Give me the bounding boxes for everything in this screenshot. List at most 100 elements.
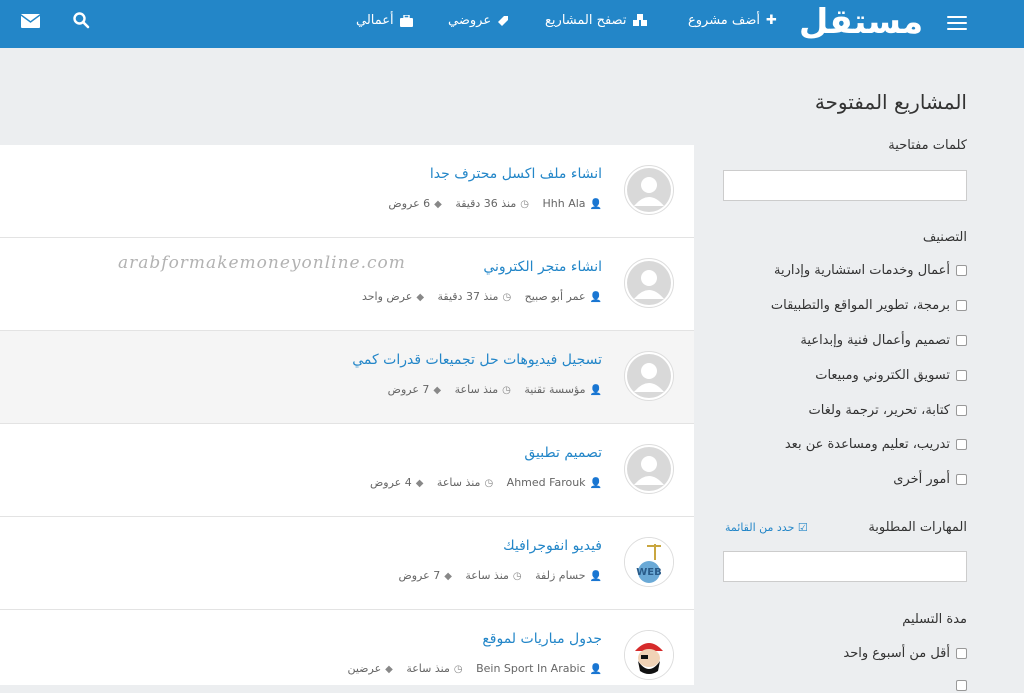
delivery-label: مدة التسليم: [902, 612, 967, 627]
pirate-avatar-icon[interactable]: [624, 630, 674, 680]
project-title[interactable]: تسجيل فيديوهات حل تجميعات قدرات كمي: [352, 352, 602, 368]
keywords-input[interactable]: [723, 170, 967, 201]
tag-icon: ◆: [434, 199, 442, 210]
checkbox[interactable]: [956, 370, 967, 381]
keywords-label: كلمات مفتاحية: [888, 138, 967, 153]
category-checkbox-design[interactable]: تصميم وأعمال فنية وإبداعية: [800, 333, 967, 348]
project-row[interactable]: جدول مباريات لموقع 👤 Bein Sport In Arabic…: [0, 610, 694, 685]
watermark: arabformakemoneyonline.com: [118, 253, 406, 273]
checkbox[interactable]: [956, 680, 967, 691]
project-time: منذ 36 دقيقة: [455, 197, 517, 210]
project-time: منذ ساعة: [406, 662, 450, 675]
checkbox[interactable]: [956, 265, 967, 276]
nav-browse-projects-label: تصفح المشاريع: [545, 13, 627, 28]
delivery-checkbox-partial[interactable]: [950, 678, 967, 693]
project-meta: 👤Hhh Ala ◷منذ 36 دقيقة ◆6 عروض: [378, 197, 602, 210]
user-icon: 👤: [589, 292, 602, 303]
clock-icon: ◷: [453, 664, 463, 675]
project-bids: 7 عروض: [387, 383, 430, 396]
category-checkbox-training[interactable]: تدريب، تعليم ومساعدة عن بعد: [785, 437, 967, 452]
project-bids: 6 عروض: [388, 197, 431, 210]
filters-sidebar: المشاريع المفتوحة كلمات مفتاحية التصنيف …: [700, 48, 1024, 691]
user-icon: 👤: [589, 478, 602, 489]
skills-input[interactable]: [723, 551, 967, 582]
logo[interactable]: مستقل: [799, 2, 923, 43]
search-icon[interactable]: [72, 11, 90, 33]
logo-text: مستقل: [800, 3, 922, 42]
delivery-checkbox-week[interactable]: أقل من أسبوع واحد: [843, 646, 967, 661]
project-owner[interactable]: حسام زلفة: [535, 569, 585, 582]
project-owner[interactable]: Bein Sport In Arabic: [476, 662, 585, 675]
select-from-list-label: حدد من القائمة: [725, 521, 795, 534]
project-meta: 👤عمر أبو صبيح ◷منذ 37 دقيقة ◆عرض واحد: [352, 290, 602, 303]
web-globe-avatar-icon[interactable]: WEB: [624, 537, 674, 587]
checkbox[interactable]: [956, 439, 967, 450]
nav-my-bids-label: عروضي: [448, 13, 492, 28]
category-checkbox-marketing[interactable]: تسويق الكتروني ومبيعات: [815, 368, 967, 383]
project-title[interactable]: جدول مباريات لموقع: [482, 631, 602, 647]
category-checkbox-programming[interactable]: برمجة، تطوير المواقع والتطبيقات: [771, 298, 967, 313]
user-icon: 👤: [589, 199, 602, 210]
page-title: المشاريع المفتوحة: [814, 90, 967, 114]
category-label: التصنيف: [922, 230, 967, 245]
default-avatar-icon[interactable]: [624, 444, 674, 494]
select-from-list-link[interactable]: ☑ حدد من القائمة: [725, 521, 808, 534]
project-title[interactable]: تصميم تطبيق: [524, 445, 602, 461]
project-time: منذ ساعة: [465, 569, 509, 582]
project-title[interactable]: فيديو انفوجرافيك: [503, 538, 602, 554]
project-row[interactable]: انشاء متجر الكتروني 👤عمر أبو صبيح ◷منذ 3…: [0, 238, 694, 331]
default-avatar-icon[interactable]: [624, 165, 674, 215]
tag-icon: ◆: [415, 478, 424, 489]
cubes-icon: [632, 10, 648, 32]
default-avatar-icon[interactable]: [624, 258, 674, 308]
checkbox[interactable]: [956, 300, 967, 311]
project-title[interactable]: انشاء متجر الكتروني: [483, 259, 602, 275]
clock-icon: ◷: [512, 571, 522, 582]
project-bids: 7 عروض: [398, 569, 441, 582]
project-owner[interactable]: مؤسسة تقنية: [524, 383, 585, 396]
menu-icon[interactable]: [947, 16, 967, 32]
category-label-text: تدريب، تعليم ومساعدة عن بعد: [784, 437, 950, 452]
project-meta: 👤Ahmed Farouk ◷منذ ساعة ◆4 عروض: [360, 476, 602, 489]
project-row[interactable]: انشاء ملف اكسل محترف جدا 👤Hhh Ala ◷منذ 3…: [0, 145, 694, 238]
checkbox[interactable]: [956, 405, 967, 416]
category-checkbox-writing[interactable]: كتابة، تحرير، ترجمة ولغات: [809, 403, 967, 418]
checkbox[interactable]: [956, 335, 967, 346]
checkbox[interactable]: [956, 648, 967, 659]
project-owner[interactable]: عمر أبو صبيح: [525, 290, 586, 303]
svg-text:WEB: WEB: [636, 567, 661, 578]
nav-browse-projects[interactable]: تصفح المشاريع: [545, 10, 648, 32]
project-meta: 👤 Bein Sport In Arabic ◷منذ ساعة ◆عرضين: [337, 662, 602, 675]
tag-icon: ◆: [444, 571, 452, 582]
project-title[interactable]: انشاء ملف اكسل محترف جدا: [430, 166, 602, 182]
project-owner[interactable]: Ahmed Farouk: [507, 476, 586, 489]
project-meta: 👤 مؤسسة تقنية ◷منذ ساعة ◆7 عروض: [378, 383, 602, 396]
plus-icon: ✚: [766, 13, 777, 28]
project-owner[interactable]: Hhh Ala: [543, 197, 586, 210]
project-row[interactable]: تسجيل فيديوهات حل تجميعات قدرات كمي 👤 مؤس…: [0, 331, 694, 424]
nav-add-project-label: أضف مشروع: [688, 13, 761, 28]
tag-icon: ◆: [433, 385, 442, 396]
project-time: منذ ساعة: [436, 476, 481, 489]
project-bids: عرضين: [347, 662, 382, 675]
clock-icon: ◷: [502, 292, 512, 303]
category-label-text: كتابة، تحرير، ترجمة ولغات: [808, 403, 950, 418]
tag-icon: ◆: [416, 292, 425, 303]
envelope-icon[interactable]: [20, 13, 41, 32]
checkbox[interactable]: [956, 474, 967, 485]
default-avatar-icon[interactable]: [624, 351, 674, 401]
category-label-text: أعمال وخدمات استشارية وإدارية: [774, 263, 950, 278]
project-row[interactable]: WEB فيديو انفوجرافيك 👤 حسام زلفة ◷منذ ساع…: [0, 517, 694, 610]
project-bids: 4 عروض: [369, 476, 412, 489]
skills-label: المهارات المطلوبة: [868, 520, 967, 535]
nav-my-works[interactable]: أعمالي: [356, 10, 413, 32]
category-checkbox-other[interactable]: أمور أخرى: [893, 472, 967, 487]
category-checkbox-consulting[interactable]: أعمال وخدمات استشارية وإدارية: [774, 263, 967, 278]
clock-icon: ◷: [502, 385, 511, 396]
user-icon: 👤: [589, 571, 602, 582]
clock-icon: ◷: [520, 199, 529, 210]
category-label-text: تصميم وأعمال فنية وإبداعية: [800, 333, 950, 348]
project-row[interactable]: تصميم تطبيق 👤Ahmed Farouk ◷منذ ساعة ◆4 ع…: [0, 424, 694, 517]
nav-my-bids[interactable]: عروضي: [448, 10, 509, 32]
nav-add-project[interactable]: ✚ أضف مشروع: [688, 10, 777, 32]
